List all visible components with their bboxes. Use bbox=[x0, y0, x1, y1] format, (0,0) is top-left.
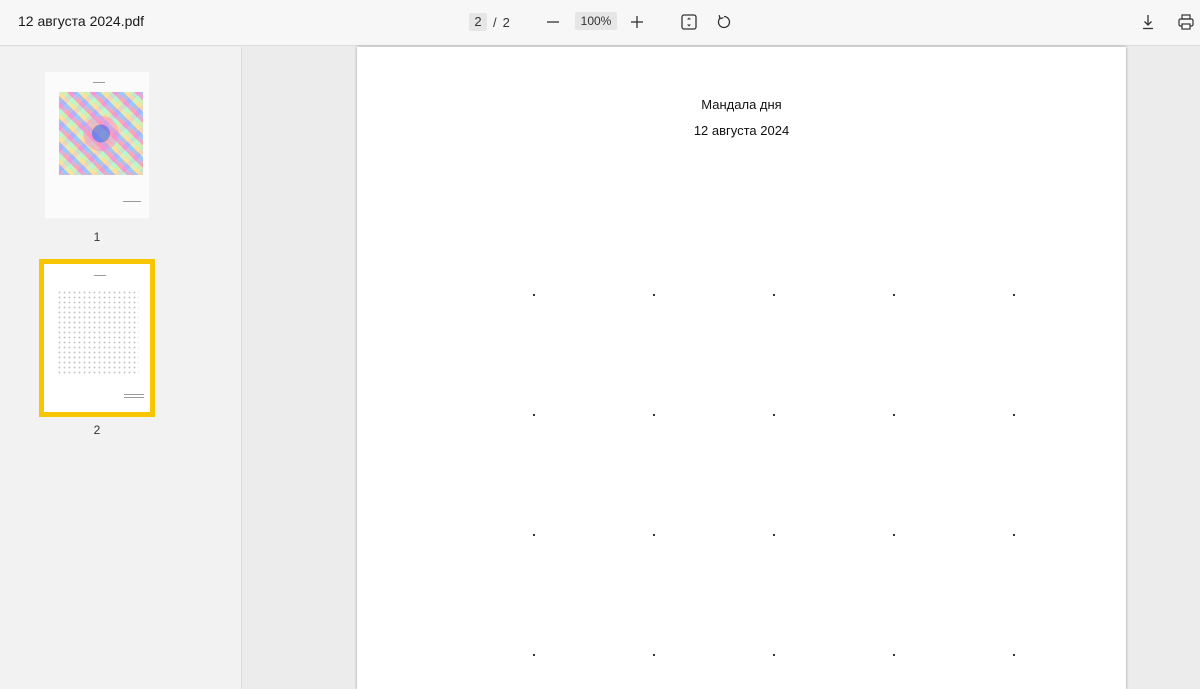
pattern-dot bbox=[652, 533, 656, 537]
thumbnail-heading-line bbox=[94, 275, 106, 276]
pattern-dot bbox=[652, 293, 656, 297]
pattern-dot bbox=[892, 293, 896, 297]
thumbnail-label-2: 2 bbox=[93, 423, 101, 437]
pattern-dot bbox=[652, 653, 656, 657]
pattern-dot bbox=[1012, 533, 1016, 537]
pattern-dot bbox=[772, 533, 776, 537]
thumbnail-footer-line bbox=[123, 201, 141, 202]
pattern-dot bbox=[1012, 413, 1016, 417]
pattern-dot bbox=[532, 653, 536, 657]
pdf-page: Мандала дня 12 августа 2024 bbox=[357, 47, 1126, 689]
download-button[interactable] bbox=[1136, 10, 1160, 34]
zoom-out-button[interactable] bbox=[541, 10, 565, 34]
rotate-button[interactable] bbox=[712, 10, 736, 34]
mandala-mosaic-image bbox=[59, 92, 143, 175]
zoom-level[interactable]: 100% bbox=[575, 12, 617, 30]
page-thumbnail-2[interactable] bbox=[39, 259, 155, 417]
pattern-dot bbox=[772, 293, 776, 297]
pattern-dot bbox=[772, 653, 776, 657]
page-separator: / bbox=[493, 14, 497, 30]
thumbnail-label-1: 1 bbox=[93, 230, 101, 244]
fit-page-icon bbox=[681, 14, 697, 30]
page-thumbnail-1[interactable] bbox=[45, 72, 149, 218]
print-icon bbox=[1178, 14, 1194, 30]
current-page-input[interactable]: 2 bbox=[469, 13, 487, 31]
download-icon bbox=[1143, 15, 1153, 30]
thumbnail-heading-line bbox=[93, 82, 105, 83]
document-title: 12 августа 2024.pdf bbox=[18, 13, 145, 29]
toolbar: 12 августа 2024.pdf 2 / 2 100% bbox=[0, 0, 1200, 46]
pattern-dot bbox=[532, 293, 536, 297]
pattern-dot bbox=[892, 653, 896, 657]
pattern-dot bbox=[1012, 653, 1016, 657]
dot-mandala-pattern bbox=[532, 293, 1016, 657]
pattern-dot bbox=[772, 413, 776, 417]
thumbnail-sidebar: 1 2 bbox=[0, 47, 242, 689]
zoom-in-button[interactable] bbox=[625, 10, 649, 34]
rotate-icon bbox=[717, 15, 731, 29]
pattern-dot bbox=[532, 413, 536, 417]
fit-page-button[interactable] bbox=[677, 10, 701, 34]
page-navigation: 2 / 2 bbox=[469, 12, 510, 32]
pattern-dot bbox=[652, 413, 656, 417]
pattern-dot bbox=[892, 413, 896, 417]
pattern-dot bbox=[892, 533, 896, 537]
minus-icon bbox=[547, 21, 559, 23]
plus-icon bbox=[631, 16, 643, 28]
dot-mandala-preview bbox=[57, 290, 139, 374]
pattern-dot bbox=[1012, 293, 1016, 297]
total-pages: 2 bbox=[502, 14, 510, 30]
thumbnail-footer-line bbox=[124, 397, 144, 398]
pattern-dot bbox=[532, 533, 536, 537]
print-button[interactable] bbox=[1174, 10, 1198, 34]
thumbnail-footer-line bbox=[124, 394, 144, 395]
